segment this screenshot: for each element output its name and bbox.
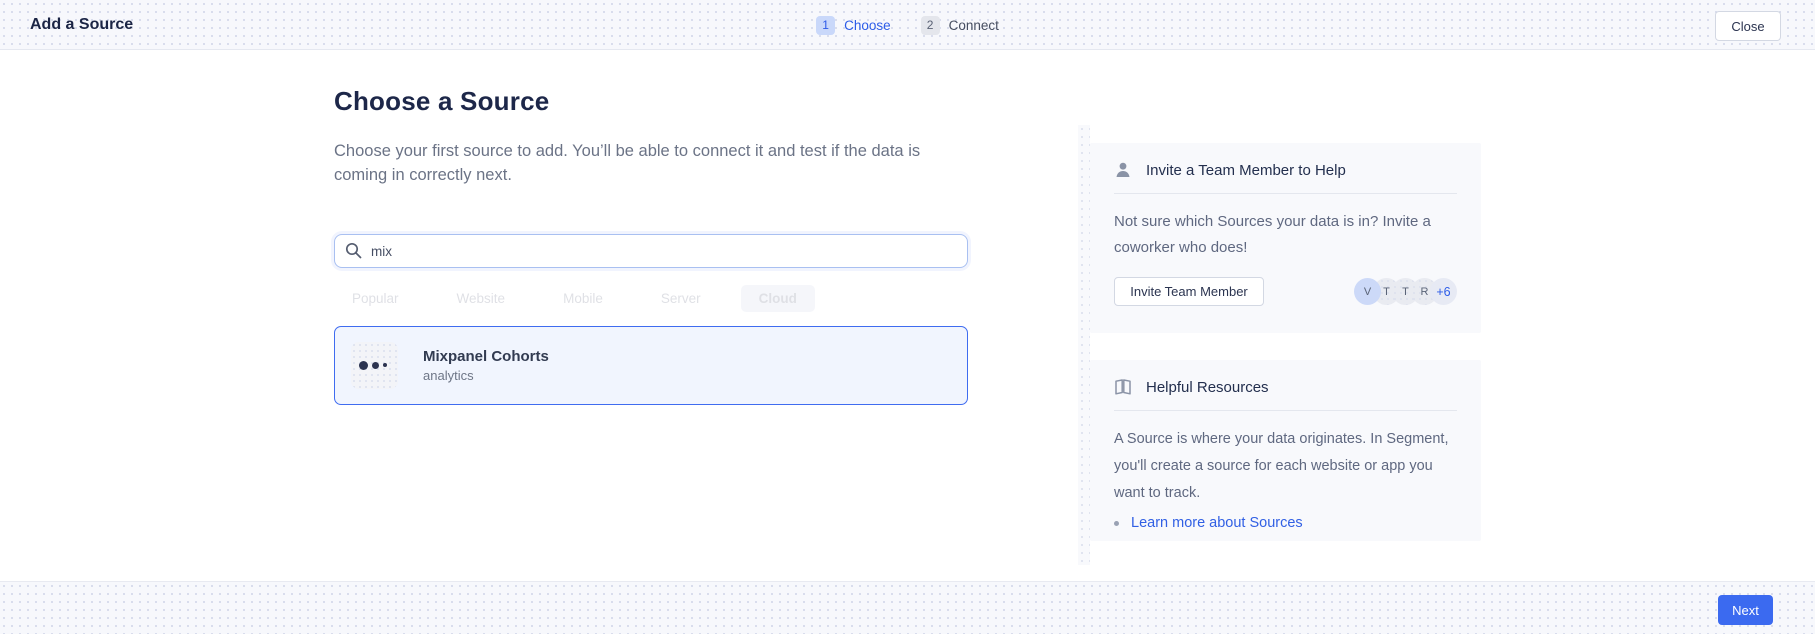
tab-mobile[interactable]: Mobile: [545, 285, 621, 312]
invite-card-title: Invite a Team Member to Help: [1146, 162, 1346, 179]
footer-bar: Next: [0, 581, 1815, 634]
step-connect[interactable]: 2 Connect: [921, 16, 999, 35]
mixpanel-logo-icon: [351, 342, 398, 389]
main-content: Choose a Source Choose your first source…: [334, 50, 968, 405]
avatar-overflow-count: +6: [1430, 278, 1457, 305]
source-category: analytics: [423, 368, 549, 383]
wizard-steps: 1 Choose 2 Connect: [0, 0, 1815, 50]
invite-team-member-button[interactable]: Invite Team Member: [1114, 277, 1264, 306]
sidebar-edge-texture: [1078, 125, 1090, 565]
tab-popular[interactable]: Popular: [334, 285, 417, 312]
tab-website[interactable]: Website: [439, 285, 524, 312]
resource-link-item: Learn more about Sources: [1114, 515, 1457, 531]
step-choose[interactable]: 1 Choose: [816, 16, 891, 35]
step-number-badge: 1: [816, 16, 835, 35]
tab-cloud[interactable]: Cloud: [741, 285, 815, 312]
person-icon: [1114, 161, 1132, 179]
open-book-icon: [1114, 378, 1132, 396]
step-label: Connect: [949, 18, 999, 33]
header-bar: Add a Source 1 Choose 2 Connect Close: [0, 0, 1815, 50]
step-label: Choose: [844, 18, 891, 33]
avatar: V: [1354, 278, 1381, 305]
resources-card-title: Helpful Resources: [1146, 379, 1269, 396]
section-description: Choose your first source to add. You’ll …: [334, 139, 934, 187]
source-search: [334, 234, 968, 268]
search-input[interactable]: [334, 234, 968, 268]
resources-card-body: A Source is where your data originates. …: [1114, 426, 1449, 507]
section-heading: Choose a Source: [334, 86, 968, 117]
close-button[interactable]: Close: [1715, 11, 1781, 41]
resource-links: Learn more about Sources: [1114, 515, 1457, 531]
learn-more-sources-link[interactable]: Learn more about Sources: [1131, 515, 1303, 531]
invite-card-body: Not sure which Sources your data is in? …: [1114, 209, 1457, 261]
tab-server[interactable]: Server: [643, 285, 719, 312]
bullet-icon: [1114, 521, 1119, 526]
category-tabs: Popular Website Mobile Server Cloud: [334, 285, 968, 312]
team-avatars: V T T R +6: [1354, 278, 1457, 305]
helpful-resources-card: Helpful Resources A Source is where your…: [1090, 360, 1481, 541]
source-result-mixpanel-cohorts[interactable]: Mixpanel Cohorts analytics: [334, 326, 968, 405]
source-name: Mixpanel Cohorts: [423, 348, 549, 365]
next-button[interactable]: Next: [1718, 595, 1773, 625]
invite-team-member-card: Invite a Team Member to Help Not sure wh…: [1090, 143, 1481, 333]
step-number-badge: 2: [921, 16, 940, 35]
